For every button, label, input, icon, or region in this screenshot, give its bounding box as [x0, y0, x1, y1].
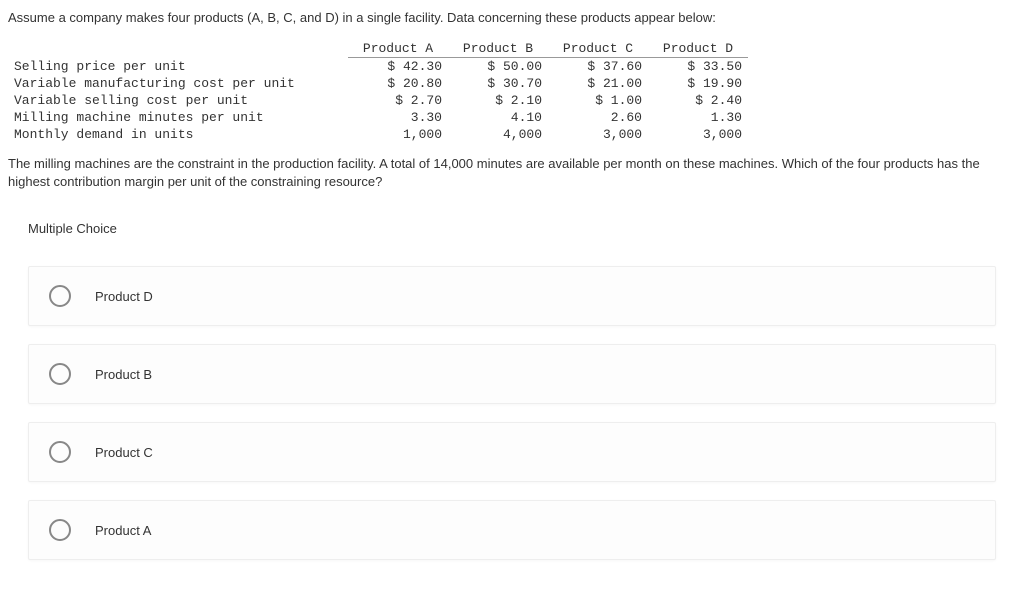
cell: 1.30 [648, 109, 748, 126]
multiple-choice-label: Multiple Choice [28, 221, 1016, 236]
option-label: Product A [95, 523, 151, 538]
option-product-b[interactable]: Product B [28, 344, 996, 404]
cell: 4,000 [448, 126, 548, 143]
question-text: The milling machines are the constraint … [8, 155, 1016, 191]
option-product-a[interactable]: Product A [28, 500, 996, 560]
header-product-d: Product D [648, 40, 748, 58]
row-label: Milling machine minutes per unit [8, 109, 348, 126]
table-row: Monthly demand in units 1,000 4,000 3,00… [8, 126, 748, 143]
option-label: Product C [95, 445, 153, 460]
product-data-table: Product A Product B Product C Product D … [8, 40, 748, 143]
option-product-c[interactable]: Product C [28, 422, 996, 482]
radio-icon [49, 441, 71, 463]
cell: $ 50.00 [448, 58, 548, 76]
option-label: Product B [95, 367, 152, 382]
cell: $ 2.10 [448, 92, 548, 109]
option-label: Product D [95, 289, 153, 304]
cell: $ 19.90 [648, 75, 748, 92]
cell: 3,000 [648, 126, 748, 143]
header-blank [8, 40, 348, 58]
cell: $ 2.70 [348, 92, 448, 109]
cell: 2.60 [548, 109, 648, 126]
table-row: Milling machine minutes per unit 3.30 4.… [8, 109, 748, 126]
row-label: Variable selling cost per unit [8, 92, 348, 109]
row-label: Monthly demand in units [8, 126, 348, 143]
intro-text: Assume a company makes four products (A,… [8, 10, 1016, 25]
table-row: Variable selling cost per unit $ 2.70 $ … [8, 92, 748, 109]
cell: 3.30 [348, 109, 448, 126]
cell: $ 42.30 [348, 58, 448, 76]
cell: 1,000 [348, 126, 448, 143]
cell: $ 37.60 [548, 58, 648, 76]
table-row: Selling price per unit $ 42.30 $ 50.00 $… [8, 58, 748, 76]
radio-icon [49, 363, 71, 385]
header-product-c: Product C [548, 40, 648, 58]
cell: $ 2.40 [648, 92, 748, 109]
header-product-a: Product A [348, 40, 448, 58]
table-row: Variable manufacturing cost per unit $ 2… [8, 75, 748, 92]
option-product-d[interactable]: Product D [28, 266, 996, 326]
cell: $ 33.50 [648, 58, 748, 76]
cell: $ 21.00 [548, 75, 648, 92]
row-label: Selling price per unit [8, 58, 348, 76]
cell: $ 30.70 [448, 75, 548, 92]
cell: 3,000 [548, 126, 648, 143]
header-product-b: Product B [448, 40, 548, 58]
cell: $ 1.00 [548, 92, 648, 109]
radio-icon [49, 285, 71, 307]
cell: 4.10 [448, 109, 548, 126]
radio-icon [49, 519, 71, 541]
row-label: Variable manufacturing cost per unit [8, 75, 348, 92]
cell: $ 20.80 [348, 75, 448, 92]
table-header-row: Product A Product B Product C Product D [8, 40, 748, 58]
